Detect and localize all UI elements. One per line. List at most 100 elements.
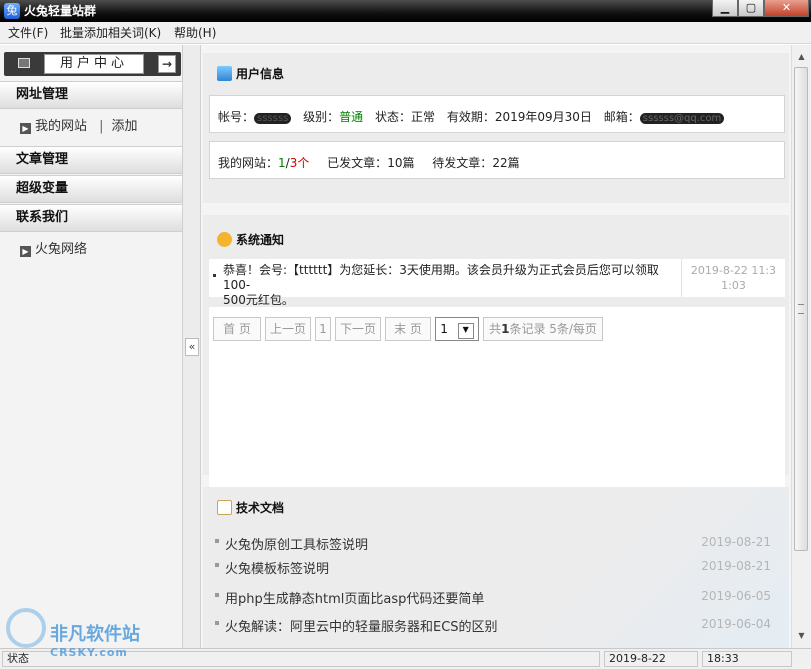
sites-total: 3个 [289,156,310,170]
docs-title-row: 技术文档 [217,499,284,516]
first-page-button[interactable]: 首 页 [213,317,261,341]
posted-value: 10篇 [387,156,415,170]
user-card-icon [217,66,232,81]
menu-file[interactable]: 文件(F) [8,26,48,40]
title-bar: 兔 火兔轻量站群 ▁ ▢ ✕ [0,0,811,22]
notice-panel: 系统通知 恭喜！会号:【tttttt】为您延长：3天使用期。该会员升级为正式会员… [203,215,789,495]
status-text: 状态 [2,651,600,667]
doc-item[interactable]: 火兔伪原创工具标签说明 2019-08-21 [209,531,785,555]
rabbit-app-icon: 兔 [4,3,20,19]
bullet [215,621,219,625]
sidebar-item-huotu-network[interactable]: 火兔网络 [35,242,87,257]
account-info-box: 帐号： ssssss 级别：普通 状态：正常 有效期：2019年09月30日 邮箱… [209,95,785,133]
separator: | [99,119,104,134]
sidebar-item-huotu-network-row: ▶ 火兔网络 [20,241,87,259]
sidebar-collapse-strip: « [183,45,201,648]
status-date: 2019-8-22 [604,651,698,667]
doc-item[interactable]: 火兔解读：阿里云中的轻量服务器和ECS的区别 2019-06-04 [209,613,785,637]
status-value: 正常 [410,110,435,124]
summary-prefix: 共 [489,322,502,336]
vertical-scrollbar[interactable]: ▲ ▼ [791,45,811,648]
close-button[interactable]: ✕ [764,0,809,17]
minimize-button[interactable]: ▁ [712,0,738,17]
sidebar-item-my-sites[interactable]: 我的网站 [35,119,87,134]
posted-label: 已发文章： [327,156,388,170]
speech-bubble-icon [217,232,232,247]
doc-item[interactable]: 用php生成静态html页面比asp代码还要简单 2019-06-05 [209,585,785,609]
arrow-square-icon: ▶ [20,246,31,257]
level-label: 级别： [303,110,340,124]
pager: 首 页 上一页 1 下一页 末 页 1 ▼ 共1条记录 5条/每页 [213,317,783,343]
bullet [215,539,219,543]
pending-value: 22篇 [492,156,520,170]
sidebar: 用户中心 → 网址管理 ▶ 我的网站 | 添加 文章管理 超级变量 联系我们 ▶ 火兔… [0,45,183,648]
user-center-bar: 用户中心 → [4,52,181,76]
notice-text: 恭喜！会号:【tttttt】为您延长：3天使用期。该会员升级为正式会员后您可以领… [223,263,678,308]
status-time: 18:33 [702,651,792,667]
window-square-icon[interactable] [18,58,30,68]
sites-label: 我的网站： [218,156,279,170]
scroll-up-arrow-icon[interactable]: ▲ [794,49,809,65]
doc-date: 2019-08-21 [701,559,771,573]
level-value: 普通 [339,110,364,124]
doc-title[interactable]: 用php生成静态html页面比asp代码还要简单 [225,588,484,607]
menu-help[interactable]: 帮助(H) [174,26,216,40]
arrow-right-icon[interactable]: → [158,55,176,73]
grip-icon [798,304,804,314]
notice-date: 2019-8-22 11:3 1:03 [681,259,785,297]
record-summary: 共1条记录 5条/每页 [483,317,603,341]
status-bar: 状态 2019-8-22 18:33 [0,648,811,669]
notice-date-line1: 2019-8-22 11:3 [690,264,777,277]
doc-date: 2019-08-21 [701,535,771,549]
current-page-button[interactable]: 1 [315,317,331,341]
doc-date: 2019-06-05 [701,589,771,603]
menu-bar: 文件(F) 批量添加相关词(K) 帮助(H) [0,22,811,44]
chevron-down-icon: ▼ [457,323,474,339]
prev-page-button[interactable]: 上一页 [265,317,311,341]
notice-title: 系统通知 [236,233,285,247]
expiry-value: 2019年09月30日 [494,110,592,124]
site-stats-box: 我的网站：1/3个 已发文章：10篇 待发文章：22篇 [209,141,785,179]
notice-item[interactable]: 恭喜！会号:【tttttt】为您延长：3天使用期。该会员升级为正式会员后您可以领… [209,259,785,307]
doc-title[interactable]: 火兔解读：阿里云中的轻量服务器和ECS的区别 [225,616,498,635]
user-info-title-row: 用户信息 [217,65,284,82]
doc-item[interactable]: 火兔模板标签说明 2019-08-21 [209,555,785,579]
account-label: 帐号： [218,110,255,124]
sidebar-section-super-variables[interactable]: 超级变量 [0,175,182,203]
notice-title-row: 系统通知 [217,231,284,248]
last-page-button[interactable]: 末 页 [385,317,431,341]
pager-box: 首 页 上一页 1 下一页 末 页 1 ▼ 共1条记录 5条/每页 [209,307,785,495]
user-info-panel: 用户信息 帐号： ssssss 级别：普通 状态：正常 有效期：2019年09月3… [203,53,789,203]
doc-title[interactable]: 火兔模板标签说明 [225,558,329,577]
doc-date: 2019-06-04 [701,617,771,631]
sidebar-section-article-management[interactable]: 文章管理 [0,146,182,174]
docs-title: 技术文档 [236,501,285,515]
menu-batch-add-keywords[interactable]: 批量添加相关词(K) [60,26,161,40]
maximize-button[interactable]: ▢ [738,0,764,17]
scrollbar-thumb[interactable] [794,67,808,551]
sidebar-section-contact-us[interactable]: 联系我们 [0,204,182,232]
bullet [215,593,219,597]
user-center-button[interactable]: 用户中心 [44,54,144,74]
bullet [213,274,216,277]
account-value: ssssss [254,113,292,124]
page-select[interactable]: 1 ▼ [435,317,479,341]
arrow-square-icon: ▶ [20,123,31,134]
sidebar-section-url-management[interactable]: 网址管理 [0,81,182,109]
user-info-title: 用户信息 [236,67,285,81]
email-label: 邮箱： [603,110,640,124]
next-page-button[interactable]: 下一页 [335,317,381,341]
notice-text-line2: 500元红包。 [223,293,294,307]
collapse-sidebar-button[interactable]: « [185,338,199,356]
scroll-down-arrow-icon[interactable]: ▼ [794,628,809,644]
notice-text-line1: 恭喜！会号:【tttttt】为您延长：3天使用期。该会员升级为正式会员后您可以领… [223,263,659,292]
bullet [215,563,219,567]
document-edit-icon [217,500,232,515]
main-content: 用户信息 帐号： ssssss 级别：普通 状态：正常 有效期：2019年09月3… [201,45,791,648]
doc-title[interactable]: 火兔伪原创工具标签说明 [225,534,368,553]
docs-panel: 技术文档 火兔伪原创工具标签说明 2019-08-21 火兔模板标签说明 201… [203,487,789,648]
summary-suffix: 条记录 5条/每页 [509,322,597,336]
pending-label: 待发文章： [432,156,493,170]
sidebar-item-add[interactable]: 添加 [112,119,138,134]
expiry-label: 有效期： [446,110,495,124]
